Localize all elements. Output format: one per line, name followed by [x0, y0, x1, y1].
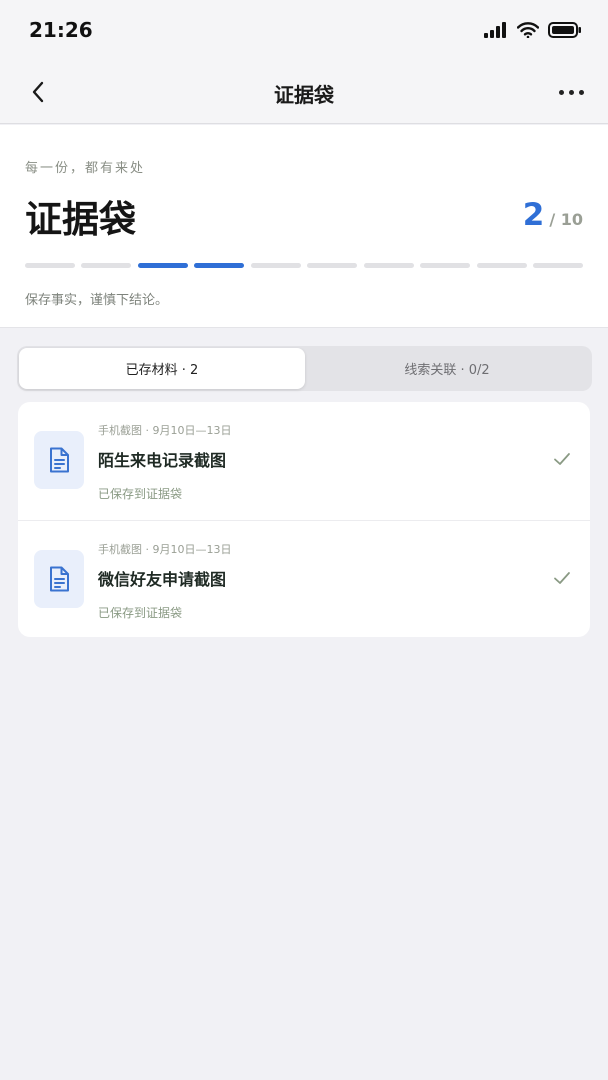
header-card: 每一份，都有来处 证据袋 2 / 10 保存事实，谨慎下结论。 — [0, 125, 608, 328]
progress-segment — [420, 263, 471, 268]
progress-segment — [250, 263, 301, 268]
status-bar: 21:26 — [0, 0, 608, 60]
item-meta: 手机截图 · 9月10日—13日 — [98, 543, 232, 556]
tagline: 每一份，都有来处 — [25, 161, 146, 176]
checkmark-icon — [554, 453, 570, 465]
caption: 保存事实，谨慎下结论。 — [25, 293, 169, 308]
progress-segment — [533, 263, 583, 268]
wifi-icon — [517, 22, 539, 38]
evidence-list: 手机截图 · 9月10日—13日 陌生来电记录截图 已保存到证据袋 手机截图 ·… — [18, 402, 590, 637]
item-title: 微信好友申请截图 — [98, 570, 227, 589]
item-status: 已保存到证据袋 — [98, 606, 183, 620]
progress-segment — [194, 263, 245, 268]
more-dots-icon — [559, 89, 564, 95]
document-icon — [34, 431, 84, 489]
progress-segment — [476, 263, 527, 268]
progress-segment — [81, 263, 132, 268]
evidence-count: 2 / 10 — [523, 197, 583, 233]
progress-segment — [363, 263, 414, 268]
page-title: 证据袋 — [25, 198, 136, 241]
checkmark-icon — [554, 572, 570, 584]
item-title: 陌生来电记录截图 — [98, 451, 227, 470]
item-meta: 手机截图 · 9月10日—13日 — [98, 424, 232, 437]
count-current: 2 — [522, 197, 545, 233]
item-status: 已保存到证据袋 — [98, 487, 183, 501]
progress-bar — [25, 263, 583, 268]
list-item[interactable]: 手机截图 · 9月10日—13日 陌生来电记录截图 已保存到证据袋 — [18, 402, 590, 519]
document-icon — [34, 550, 84, 608]
nav-bar: 证据袋 — [0, 60, 608, 124]
tab-clue-links[interactable]: 线索关联 · 0/2 — [304, 348, 590, 389]
progress-segment — [25, 263, 75, 268]
more-button[interactable] — [540, 78, 584, 106]
battery-icon — [548, 22, 581, 38]
progress-segment — [307, 263, 358, 268]
segmented-control: 已存材料 · 2 线索关联 · 0/2 — [17, 346, 592, 391]
progress-segment — [137, 263, 188, 268]
status-time: 21:26 — [29, 18, 93, 42]
status-icons — [484, 20, 582, 40]
tab-saved-materials[interactable]: 已存材料 · 2 — [19, 348, 305, 389]
signal-icon — [484, 22, 506, 38]
list-item[interactable]: 手机截图 · 9月10日—13日 微信好友申请截图 已保存到证据袋 — [18, 520, 590, 637]
count-total: / 10 — [549, 210, 583, 229]
nav-title: 证据袋 — [274, 83, 334, 107]
